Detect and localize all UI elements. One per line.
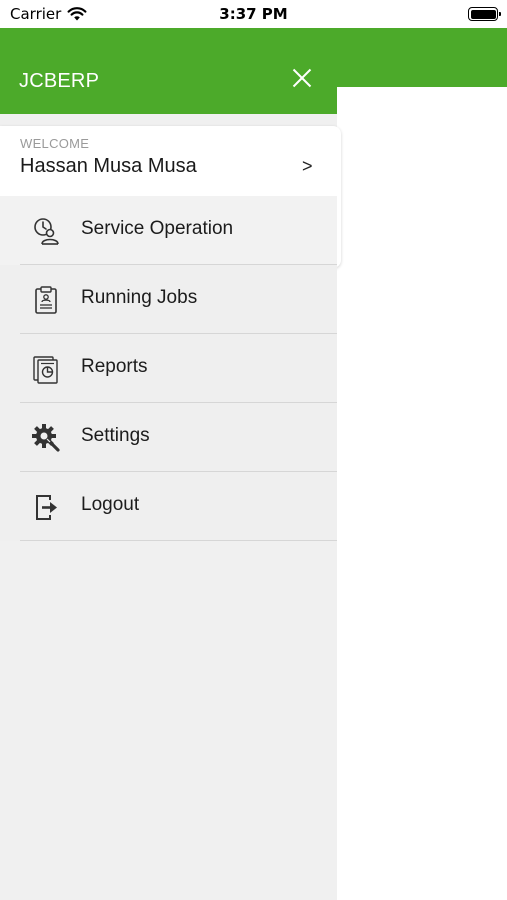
service-operation-icon <box>34 218 59 245</box>
menu-item-label: Logout <box>81 494 140 515</box>
app-screen: Carrier 3:37 PM JCBERP WELCOME Hassan Mu… <box>0 0 507 900</box>
menu-item-label: Reports <box>81 356 148 377</box>
menu-item-reports[interactable]: Reports <box>0 334 337 403</box>
close-icon[interactable] <box>289 65 315 91</box>
side-drawer: JCBERP WELCOME Hassan Musa Musa > Servic… <box>0 28 341 900</box>
menu-item-logout[interactable]: Logout <box>0 472 337 541</box>
menu-divider <box>20 540 337 541</box>
drawer-header: JCBERP <box>0 28 337 114</box>
gear-icon <box>32 424 60 452</box>
clipboard-icon <box>35 286 57 314</box>
menu-item-label: Running Jobs <box>81 287 198 308</box>
status-bar: Carrier 3:37 PM <box>0 0 507 28</box>
menu-item-service-operation[interactable]: Service Operation <box>0 196 337 265</box>
menu-item-settings[interactable]: Settings <box>0 403 337 472</box>
welcome-label: WELCOME <box>20 136 90 151</box>
battery-icon <box>468 7 501 21</box>
drawer-menu: Service Operation Running Jobs Reports S… <box>0 196 337 541</box>
reports-icon <box>33 356 58 384</box>
clock: 3:37 PM <box>219 5 288 23</box>
user-name: Hassan Musa Musa <box>20 155 197 177</box>
menu-item-label: Service Operation <box>81 218 234 239</box>
menu-item-running-jobs[interactable]: Running Jobs <box>0 265 337 334</box>
menu-item-label: Settings <box>81 425 150 446</box>
logout-icon <box>36 495 57 520</box>
app-title: JCBERP <box>19 70 100 92</box>
chevron-right-icon: > <box>302 156 313 176</box>
